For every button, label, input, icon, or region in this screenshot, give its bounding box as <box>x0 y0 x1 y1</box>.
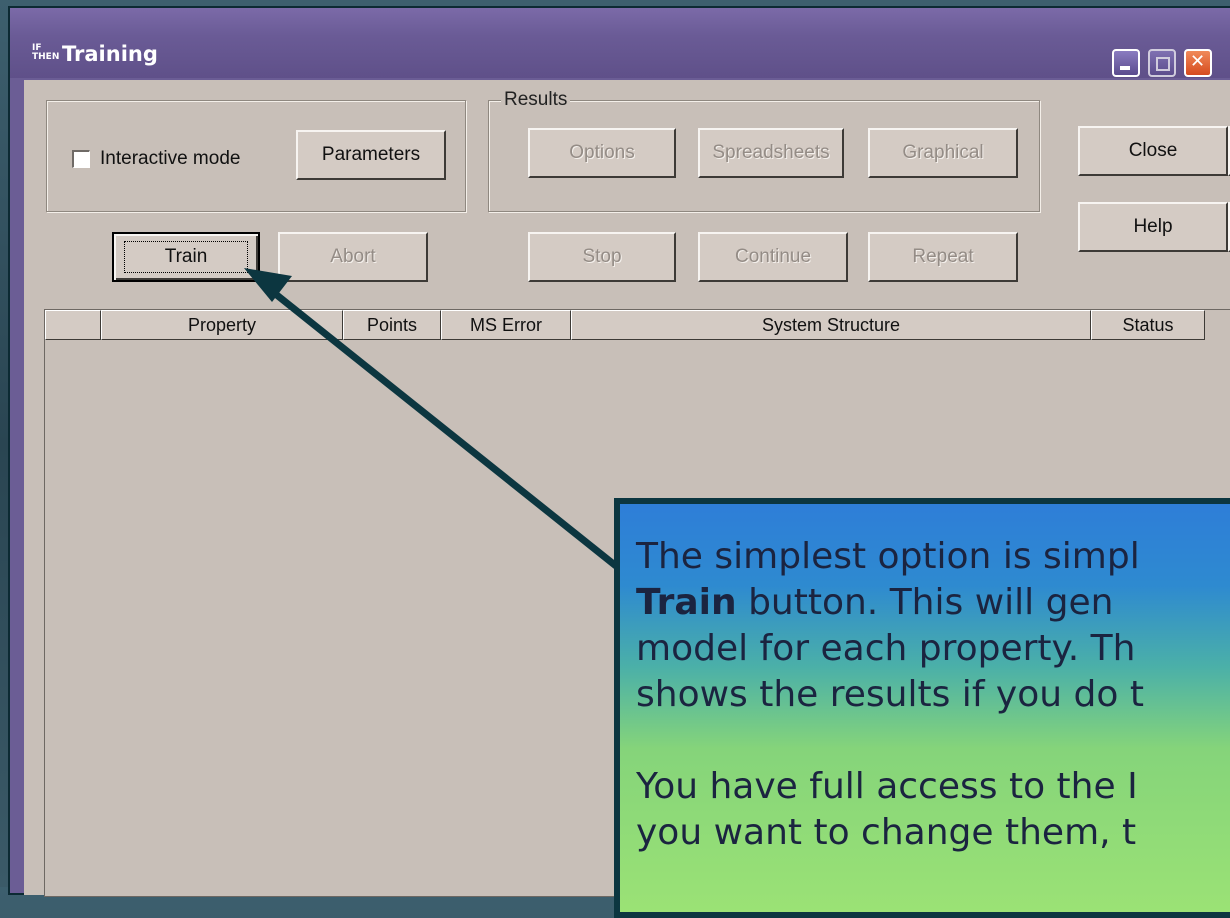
callout-line-4: shows the results if you do t <box>636 674 1144 715</box>
callout-line-6: you want to change them, t <box>636 812 1137 853</box>
instruction-callout: The simplest option is simpl Train butto… <box>614 498 1230 918</box>
arrow-shaft <box>265 285 619 569</box>
callout-line-2-rest: button. This will gen <box>736 582 1114 623</box>
callout-line-1: The simplest option is simpl <box>636 536 1140 577</box>
callout-line-5: You have full access to the I <box>636 766 1138 807</box>
arrow-head <box>244 268 292 302</box>
callout-line-2: Train button. This will gen <box>636 582 1230 623</box>
callout-line-3: model for each property. Th <box>636 628 1136 669</box>
callout-train-bold: Train <box>636 582 737 623</box>
